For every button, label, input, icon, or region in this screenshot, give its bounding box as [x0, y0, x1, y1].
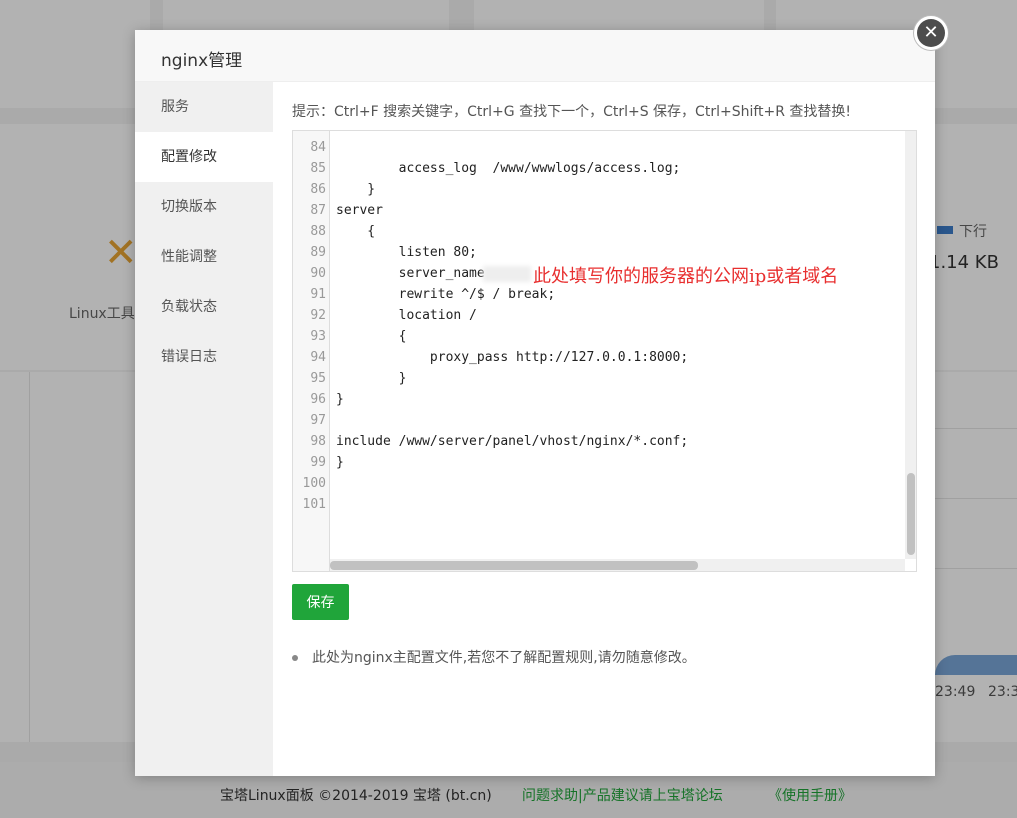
line-number: 100: [302, 476, 326, 491]
code-text[interactable]: include /www/server/panel/vhost/nginx/*.…: [336, 431, 688, 452]
horizontal-scrollbar[interactable]: [330, 559, 905, 571]
line-number: 96: [310, 392, 326, 407]
dialog-header: nginx管理: [135, 30, 935, 82]
sidebar-item-service[interactable]: 服务: [135, 82, 273, 132]
line-number: 89: [310, 245, 326, 260]
sidebar-item-performance[interactable]: 性能调整: [135, 232, 273, 282]
line-number: 93: [310, 329, 326, 344]
sidebar-item-error-log[interactable]: 错误日志: [135, 332, 273, 382]
line-number: 86: [310, 182, 326, 197]
code-text[interactable]: }: [336, 179, 375, 200]
config-note-text: 此处为nginx主配置文件,若您不了解配置规则,请勿随意修改。: [312, 650, 696, 666]
config-note: 此处为nginx主配置文件,若您不了解配置规则,请勿随意修改。: [292, 647, 696, 667]
code-text[interactable]: {: [336, 221, 375, 242]
code-line[interactable]: 87 server: [293, 200, 905, 221]
code-line[interactable]: 101: [293, 494, 905, 515]
code-text[interactable]: access_log /www/wwwlogs/access.log;: [336, 158, 681, 179]
line-number: 97: [310, 413, 326, 428]
nginx-dialog: nginx管理 服务 配置修改 切换版本 性能调整 负载状态 错误日志 提示：C…: [135, 30, 935, 776]
code-line[interactable]: 100: [293, 473, 905, 494]
server-name-annotation: 此处填写你的服务器的公网ip或者域名: [533, 266, 839, 287]
dialog-sidebar: 服务 配置修改 切换版本 性能调整 负载状态 错误日志: [135, 82, 273, 776]
line-number: 92: [310, 308, 326, 323]
code-line[interactable]: 94 proxy_pass http://127.0.0.1:8000;: [293, 347, 905, 368]
code-text[interactable]: server_name: [336, 263, 485, 284]
close-button[interactable]: ✕: [914, 16, 948, 50]
dialog-content: 提示：Ctrl+F 搜索关键字，Ctrl+G 查找下一个，Ctrl+S 保存，C…: [273, 82, 935, 776]
code-line[interactable]: 92 location /: [293, 305, 905, 326]
close-icon[interactable]: ✕: [917, 19, 945, 47]
line-number: 91: [310, 287, 326, 302]
code-line[interactable]: 86 }: [293, 179, 905, 200]
config-editor[interactable]: 84 85 access_log /www/wwwlogs/access.log;…: [292, 130, 917, 572]
code-line[interactable]: 95 }: [293, 368, 905, 389]
line-number: 101: [302, 497, 326, 512]
code-text[interactable]: {: [336, 326, 407, 347]
code-line[interactable]: 96}: [293, 389, 905, 410]
code-line[interactable]: 98 include /www/server/panel/vhost/nginx/…: [293, 431, 905, 452]
code-line[interactable]: 85 access_log /www/wwwlogs/access.log;: [293, 158, 905, 179]
scroll-thumb[interactable]: [330, 561, 698, 570]
dialog-title: nginx管理: [161, 51, 243, 71]
sidebar-item-config[interactable]: 配置修改: [135, 132, 273, 182]
shortcut-hint: 提示：Ctrl+F 搜索关键字，Ctrl+G 查找下一个，Ctrl+S 保存，C…: [292, 104, 852, 120]
line-number: 87: [310, 203, 326, 218]
line-number: 84: [310, 140, 326, 155]
line-number: 95: [310, 371, 326, 386]
vertical-scrollbar[interactable]: [905, 131, 916, 559]
line-number: 99: [310, 455, 326, 470]
code-text[interactable]: proxy_pass http://127.0.0.1:8000;: [336, 347, 688, 368]
code-line[interactable]: 93 {: [293, 326, 905, 347]
bullet-icon: [292, 655, 298, 661]
line-number: 90: [310, 266, 326, 281]
code-text[interactable]: }: [336, 368, 407, 389]
code-text[interactable]: }: [336, 452, 344, 473]
scroll-thumb[interactable]: [907, 473, 915, 555]
code-text[interactable]: rewrite ^/$ / break;: [336, 284, 556, 305]
line-number: 88: [310, 224, 326, 239]
code-text[interactable]: server: [336, 200, 383, 221]
code-line[interactable]: 88 {: [293, 221, 905, 242]
code-line[interactable]: 84: [293, 137, 905, 158]
sidebar-item-version[interactable]: 切换版本: [135, 182, 273, 232]
code-line[interactable]: 99}: [293, 452, 905, 473]
line-number: 98: [310, 434, 326, 449]
code-text[interactable]: }: [336, 389, 344, 410]
code-text[interactable]: location /: [336, 305, 477, 326]
save-button[interactable]: 保存: [292, 584, 349, 620]
code-line[interactable]: 89 listen 80;: [293, 242, 905, 263]
redacted-server-name: [483, 266, 531, 282]
sidebar-item-load-status[interactable]: 负载状态: [135, 282, 273, 332]
line-number: 85: [310, 161, 326, 176]
code-text[interactable]: listen 80;: [336, 242, 477, 263]
code-line[interactable]: 97: [293, 410, 905, 431]
line-number: 94: [310, 350, 326, 365]
